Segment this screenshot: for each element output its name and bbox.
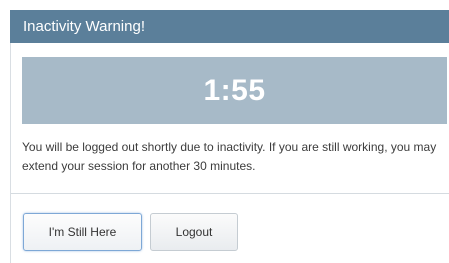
inactivity-warning-dialog: Inactivity Warning! 1:55 You will be log… bbox=[0, 0, 449, 263]
logout-button[interactable]: Logout bbox=[150, 213, 238, 251]
dialog-title: Inactivity Warning! bbox=[10, 10, 449, 43]
inactivity-message: You will be logged out shortly due to in… bbox=[22, 140, 437, 173]
countdown-timer: 1:55 bbox=[22, 57, 447, 124]
footer-divider bbox=[11, 193, 449, 194]
still-here-button[interactable]: I'm Still Here bbox=[23, 213, 142, 251]
